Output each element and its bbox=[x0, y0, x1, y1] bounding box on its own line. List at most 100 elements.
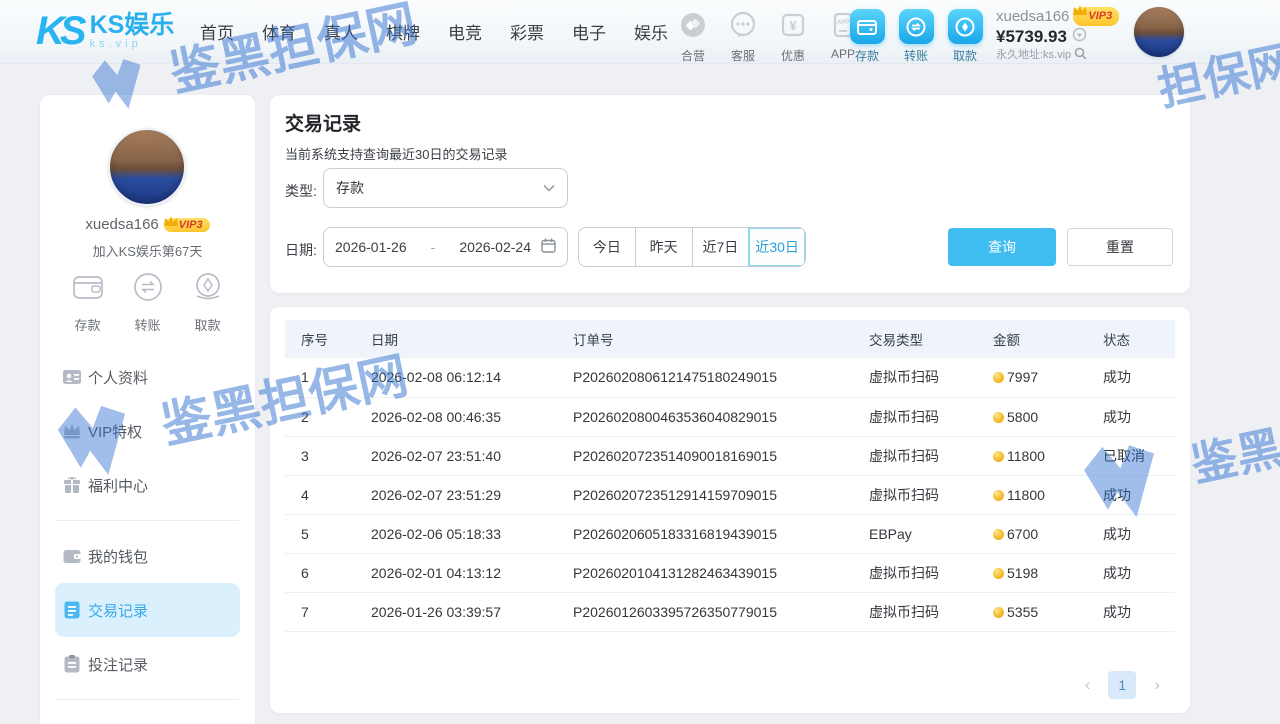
date-range-input[interactable]: 2026-01-26 - 2026-02-24 bbox=[323, 227, 568, 267]
sidebar-username: xuedsa166 bbox=[85, 216, 158, 233]
chat-icon bbox=[729, 11, 757, 44]
page-title: 交易记录 bbox=[285, 109, 361, 136]
sidebar-item-wallet[interactable]: 我的钱包 bbox=[40, 529, 255, 583]
date-from: 2026-01-26 bbox=[335, 239, 407, 255]
search-button[interactable]: 查询 bbox=[948, 228, 1056, 266]
user-avatar[interactable] bbox=[1134, 7, 1184, 57]
calendar-icon bbox=[541, 238, 556, 256]
table-row: 62026-02-01 04:13:12P2026020104131282463… bbox=[285, 553, 1175, 592]
transactions-table: 序号 日期 订单号 交易类型 金额 状态 12026-02-08 06:12:1… bbox=[285, 320, 1175, 632]
betting-record-icon bbox=[62, 654, 82, 674]
coin-icon bbox=[993, 451, 1004, 462]
deposit-icon bbox=[850, 9, 885, 44]
table-header-row: 序号 日期 订单号 交易类型 金额 状态 bbox=[285, 320, 1175, 358]
quick-yesterday-button[interactable]: 昨天 bbox=[635, 228, 692, 266]
sidebar-item-transactions[interactable]: 交易记录 bbox=[55, 583, 240, 637]
page-number[interactable]: 1 bbox=[1108, 671, 1136, 699]
quick-date-group: 今日 昨天 近7日 近30日 bbox=[578, 227, 806, 267]
permanent-address: 永久地址:ks.vip bbox=[996, 47, 1071, 64]
sidebar-item-vip[interactable]: VIP特权 bbox=[40, 404, 255, 458]
vip-badge: VIP3 bbox=[1073, 7, 1119, 26]
prev-page-button[interactable]: ‹ bbox=[1085, 671, 1091, 699]
nav-esports[interactable]: 电竞 bbox=[448, 19, 482, 44]
wallet-quick-actions: 存款 转账 取款 bbox=[849, 9, 983, 64]
date-label: 日期: bbox=[285, 240, 317, 260]
table-row: 72026-01-26 03:39:57P2026012603395726350… bbox=[285, 592, 1175, 631]
gift-icon bbox=[62, 475, 82, 495]
divider bbox=[56, 520, 239, 521]
sidebar-quick-actions: 存款 转账 取款 bbox=[40, 268, 255, 334]
customer-service-link[interactable]: 客服 bbox=[724, 11, 762, 64]
deposit-button[interactable]: 存款 bbox=[849, 9, 885, 64]
top-navigation-bar: KS KS娱乐 ks.vip 首页 体育 真人 棋牌 电竞 彩票 电子 娱乐 合… bbox=[0, 0, 1280, 64]
col-order: 订单号 bbox=[557, 320, 853, 358]
transfer-button[interactable]: 转账 bbox=[898, 9, 934, 64]
sidebar-avatar[interactable] bbox=[108, 128, 186, 206]
withdraw-button[interactable]: 取款 bbox=[947, 9, 983, 64]
quick-today-button[interactable]: 今日 bbox=[579, 228, 635, 266]
col-type: 交易类型 bbox=[853, 320, 977, 358]
sidebar-item-welfare[interactable]: 福利中心 bbox=[40, 458, 255, 512]
site-logo[interactable]: KS KS娱乐 ks.vip bbox=[36, 8, 174, 54]
profile-icon bbox=[62, 367, 82, 387]
nav-entertainment[interactable]: 娱乐 bbox=[634, 19, 668, 44]
coin-icon bbox=[993, 372, 1004, 383]
logo-subtitle: ks.vip bbox=[90, 38, 175, 50]
records-panel: 序号 日期 订单号 交易类型 金额 状态 12026-02-08 06:12:1… bbox=[270, 307, 1190, 713]
next-page-button[interactable]: › bbox=[1154, 671, 1160, 699]
table-row: 22026-02-08 00:46:35P2026020800463536040… bbox=[285, 397, 1175, 436]
transfer-icon bbox=[899, 9, 934, 44]
quick-7days-button[interactable]: 近7日 bbox=[692, 228, 749, 266]
svg-text:APP: APP bbox=[837, 20, 849, 26]
table-row: 32026-02-07 23:51:40P2026020723514090018… bbox=[285, 436, 1175, 475]
user-info: xuedsa166 VIP3 ¥5739.93 永久地址:ks.vip bbox=[996, 7, 1119, 64]
crown-icon bbox=[1072, 4, 1088, 17]
sidebar-transfer-button[interactable]: 转账 bbox=[129, 268, 167, 334]
pagination: ‹ 1 › bbox=[1085, 671, 1160, 699]
nav-live[interactable]: 真人 bbox=[324, 19, 358, 44]
balance: ¥5739.93 bbox=[996, 28, 1067, 45]
crown-icon bbox=[163, 215, 179, 228]
type-label: 类型: bbox=[285, 181, 317, 201]
nav-chess[interactable]: 棋牌 bbox=[386, 19, 420, 44]
sidebar-vip-badge: VIP3 bbox=[164, 218, 210, 232]
nav-sports[interactable]: 体育 bbox=[262, 19, 296, 44]
sidebar-menu: 个人资料 VIP特权 福利中心 我的钱包 交易记录 投注记录 bbox=[40, 350, 255, 724]
svg-text:¥: ¥ bbox=[789, 18, 797, 33]
type-select[interactable]: 存款 bbox=[323, 168, 568, 208]
reset-button[interactable]: 重置 bbox=[1067, 228, 1173, 266]
profile-sidebar: xuedsa166 VIP3 加入KS娱乐第67天 存款 转账 取款 bbox=[40, 95, 255, 724]
withdraw-icon bbox=[948, 9, 983, 44]
partner-link[interactable]: 合营 bbox=[674, 11, 712, 64]
table-row: 52026-02-06 05:18:33P2026020605183316819… bbox=[285, 514, 1175, 553]
withdraw-outline-icon bbox=[189, 268, 227, 311]
nav-lottery[interactable]: 彩票 bbox=[510, 19, 544, 44]
transfer-outline-icon bbox=[129, 268, 167, 311]
promotions-link[interactable]: ¥ 优惠 bbox=[774, 11, 812, 64]
sidebar-withdraw-button[interactable]: 取款 bbox=[189, 268, 227, 334]
divider bbox=[56, 699, 239, 700]
col-seq: 序号 bbox=[285, 320, 355, 358]
handshake-icon bbox=[679, 11, 707, 44]
refresh-balance-icon[interactable] bbox=[1072, 27, 1087, 46]
promo-ticket-icon: ¥ bbox=[779, 11, 807, 44]
sidebar-item-betting[interactable]: 投注记录 bbox=[40, 637, 255, 691]
coin-icon bbox=[993, 607, 1004, 618]
nav-slots[interactable]: 电子 bbox=[572, 19, 606, 44]
sidebar-deposit-button[interactable]: 存款 bbox=[69, 268, 107, 334]
sidebar-item-profile[interactable]: 个人资料 bbox=[40, 350, 255, 404]
col-amount: 金额 bbox=[977, 320, 1087, 358]
table-row: 42026-02-07 23:51:29P2026020723512914159… bbox=[285, 475, 1175, 514]
search-icon[interactable] bbox=[1074, 47, 1087, 64]
coin-icon bbox=[993, 568, 1004, 579]
coin-icon bbox=[993, 490, 1004, 501]
page-subtitle: 当前系统支持查询最近30日的交易记录 bbox=[285, 144, 507, 163]
table-row: 12026-02-08 06:12:14P2026020806121475180… bbox=[285, 358, 1175, 397]
date-to: 2026-02-24 bbox=[459, 239, 531, 255]
nav-home[interactable]: 首页 bbox=[200, 19, 234, 44]
col-date: 日期 bbox=[355, 320, 557, 358]
sidebar-item-partial[interactable] bbox=[40, 708, 255, 724]
crown-icon bbox=[62, 421, 82, 441]
quick-30days-button[interactable]: 近30日 bbox=[748, 228, 805, 266]
main-nav: 首页 体育 真人 棋牌 电竞 彩票 电子 娱乐 bbox=[200, 0, 668, 63]
